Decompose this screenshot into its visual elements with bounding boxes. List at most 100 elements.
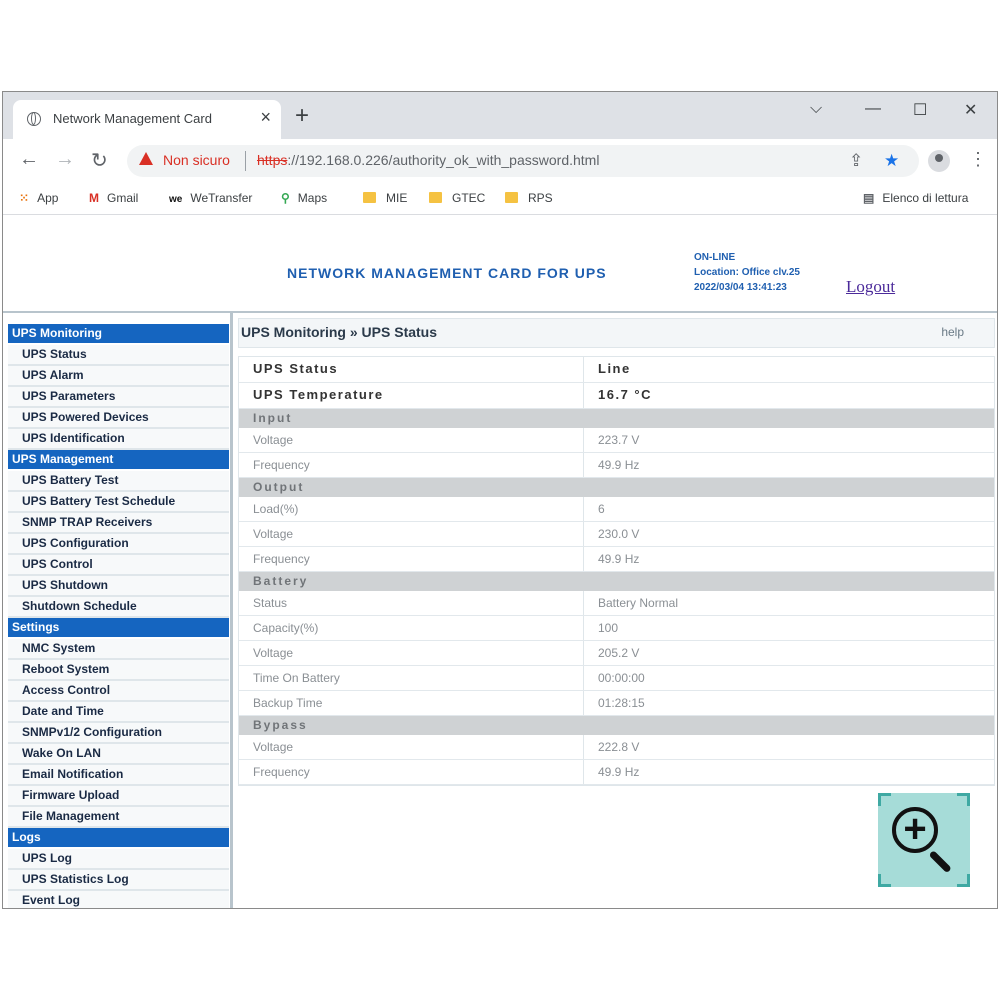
sidebar-item-ups-status[interactable]: UPS Status — [8, 345, 229, 366]
address-bar[interactable]: Non sicuro https://192.168.0.226/authori… — [127, 145, 919, 177]
sidebar-section-settings[interactable]: Settings — [8, 618, 229, 639]
back-arrow-icon[interactable]: ← — [19, 148, 39, 171]
row-label: Voltage — [239, 428, 584, 452]
zoom-in-icon: + — [892, 807, 938, 853]
tab-search-chevron-icon[interactable]: ⌵ — [810, 100, 822, 118]
main-content: UPS Monitoring » UPS Status help UPS Sta… — [238, 318, 995, 786]
sidebar-item-nmc-system[interactable]: NMC System — [8, 639, 229, 660]
zoom-button[interactable]: + — [878, 793, 970, 887]
row-label: Load(%) — [239, 497, 584, 521]
maximize-icon[interactable]: ☐ — [913, 100, 927, 120]
section-input: Input — [239, 409, 994, 428]
table-row: Voltage 230.0 V — [239, 522, 994, 547]
table-row: Frequency 49.9 Hz — [239, 547, 994, 572]
close-tab-icon[interactable]: × — [260, 107, 271, 128]
tab-network-management-card[interactable]: Network Management Card × — [13, 100, 281, 139]
sidebar-item-event-log[interactable]: Event Log — [8, 891, 229, 908]
zoom-corner — [878, 874, 891, 887]
sidebar-item-ups-identification[interactable]: UPS Identification — [8, 429, 229, 450]
sidebar-item-ups-battery-test[interactable]: UPS Battery Test — [8, 471, 229, 492]
sidebar-item-ups-configuration[interactable]: UPS Configuration — [8, 534, 229, 555]
row-label: Capacity(%) — [239, 616, 584, 640]
close-window-icon[interactable]: ✕ — [964, 100, 977, 120]
sidebar-item-ups-statistics-log[interactable]: UPS Statistics Log — [8, 870, 229, 891]
gmail-icon: M — [89, 191, 99, 205]
sidebar-item-ups-parameters[interactable]: UPS Parameters — [8, 387, 229, 408]
share-icon[interactable]: ⇪ — [849, 151, 863, 171]
row-value: 01:28:15 — [598, 696, 645, 710]
forward-arrow-icon[interactable]: → — [55, 148, 75, 171]
breadcrumb: UPS Monitoring » UPS Status — [241, 324, 438, 340]
minimize-icon[interactable]: — — [865, 100, 881, 118]
sidebar-item-firmware-upload[interactable]: Firmware Upload — [8, 786, 229, 807]
datetime-text: 2022/03/04 13:41:23 — [694, 282, 787, 293]
row-label: Voltage — [239, 641, 584, 665]
sidebar-item-file-management[interactable]: File Management — [8, 807, 229, 828]
row-value: 223.7 V — [598, 433, 640, 447]
page-title: NETWORK MANAGEMENT CARD FOR UPS — [287, 265, 607, 281]
row-value: 6 — [598, 502, 605, 516]
sidebar-item-ups-battery-test-schedule[interactable]: UPS Battery Test Schedule — [8, 492, 229, 513]
logout-link[interactable]: Logout — [846, 277, 895, 297]
reading-list[interactable]: ▤ Elenco di lettura — [863, 191, 968, 205]
row-label: Frequency — [239, 760, 584, 784]
online-status: ON-LINE — [694, 252, 736, 263]
new-tab-icon[interactable]: + — [295, 102, 309, 130]
row-label: Status — [239, 591, 584, 615]
section-battery: Battery — [239, 572, 994, 591]
sidebar-item-reboot-system[interactable]: Reboot System — [8, 660, 229, 681]
bookmarks-bar: ⁙ App M Gmail we WeTransfer ⚲ Maps MIE GTEC … — [3, 184, 997, 215]
table-row: Capacity(%) 100 — [239, 616, 994, 641]
bookmark-wetransfer[interactable]: we WeTransfer — [169, 191, 252, 205]
bookmark-gmail[interactable]: M Gmail — [89, 191, 138, 205]
url-text[interactable]: https://192.168.0.226/authority_ok_with_… — [257, 152, 599, 168]
security-warning-label[interactable]: Non sicuro — [163, 152, 230, 168]
sidebar-item-ups-alarm[interactable]: UPS Alarm — [8, 366, 229, 387]
sidebar-section-logs[interactable]: Logs — [8, 828, 229, 849]
warning-triangle-icon — [139, 152, 153, 165]
sidebar-item-snmp-trap-receivers[interactable]: SNMP TRAP Receivers — [8, 513, 229, 534]
bookmark-maps[interactable]: ⚲ Maps — [281, 191, 327, 205]
sidebar-item-access-control[interactable]: Access Control — [8, 681, 229, 702]
browser-window: Network Management Card × + ⌵ — ☐ ✕ ← → … — [2, 91, 998, 909]
sidebar-item-date-and-time[interactable]: Date and Time — [8, 702, 229, 723]
row-value: 222.8 V — [598, 740, 640, 754]
profile-avatar-icon[interactable] — [928, 150, 950, 172]
web-page: NETWORK MANAGEMENT CARD FOR UPS ON-LINE … — [3, 215, 997, 908]
bookmark-gtec[interactable]: GTEC — [429, 191, 485, 205]
browser-toolbar: ← → ↻ Non sicuro https://192.168.0.226/a… — [3, 139, 997, 184]
table-row: Voltage 223.7 V — [239, 428, 994, 453]
table-row: Frequency 49.9 Hz — [239, 760, 994, 785]
sidebar-item-ups-powered-devices[interactable]: UPS Powered Devices — [8, 408, 229, 429]
folder-icon — [429, 192, 442, 203]
zoom-corner — [957, 793, 970, 806]
reload-icon[interactable]: ↻ — [91, 148, 108, 173]
row-label: Voltage — [239, 522, 584, 546]
row-label: Voltage — [239, 735, 584, 759]
sidebar-item-ups-shutdown[interactable]: UPS Shutdown — [8, 576, 229, 597]
help-link[interactable]: help — [941, 325, 964, 339]
tab-title: Network Management Card — [53, 111, 212, 126]
sidebar-item-email-notification[interactable]: Email Notification — [8, 765, 229, 786]
row-label: UPS Status — [239, 357, 584, 382]
sidebar-item-snmpv12-configuration[interactable]: SNMPv1/2 Configuration — [8, 723, 229, 744]
zoom-corner — [957, 874, 970, 887]
sidebar-item-ups-log[interactable]: UPS Log — [8, 849, 229, 870]
bookmark-rps[interactable]: RPS — [505, 191, 553, 205]
sidebar-item-wake-on-lan[interactable]: Wake On LAN — [8, 744, 229, 765]
tab-strip: Network Management Card × + ⌵ — ☐ ✕ — [3, 92, 997, 139]
bookmark-app[interactable]: ⁙ App — [19, 191, 58, 205]
row-value: 205.2 V — [598, 646, 640, 660]
bookmark-star-icon[interactable]: ★ — [884, 151, 899, 171]
sidebar-section-ups-management[interactable]: UPS Management — [8, 450, 229, 471]
row-value: 100 — [598, 621, 619, 635]
row-label: Backup Time — [239, 691, 584, 715]
bookmark-mie[interactable]: MIE — [363, 191, 407, 205]
sidebar-section-ups-monitoring[interactable]: UPS Monitoring — [8, 324, 229, 345]
table-row: Time On Battery 00:00:00 — [239, 666, 994, 691]
table-row: Backup Time 01:28:15 — [239, 691, 994, 716]
sidebar-item-ups-control[interactable]: UPS Control — [8, 555, 229, 576]
menu-kebab-icon[interactable]: ⋮ — [969, 149, 987, 170]
sidebar-item-shutdown-schedule[interactable]: Shutdown Schedule — [8, 597, 229, 618]
zoom-corner — [878, 793, 891, 806]
